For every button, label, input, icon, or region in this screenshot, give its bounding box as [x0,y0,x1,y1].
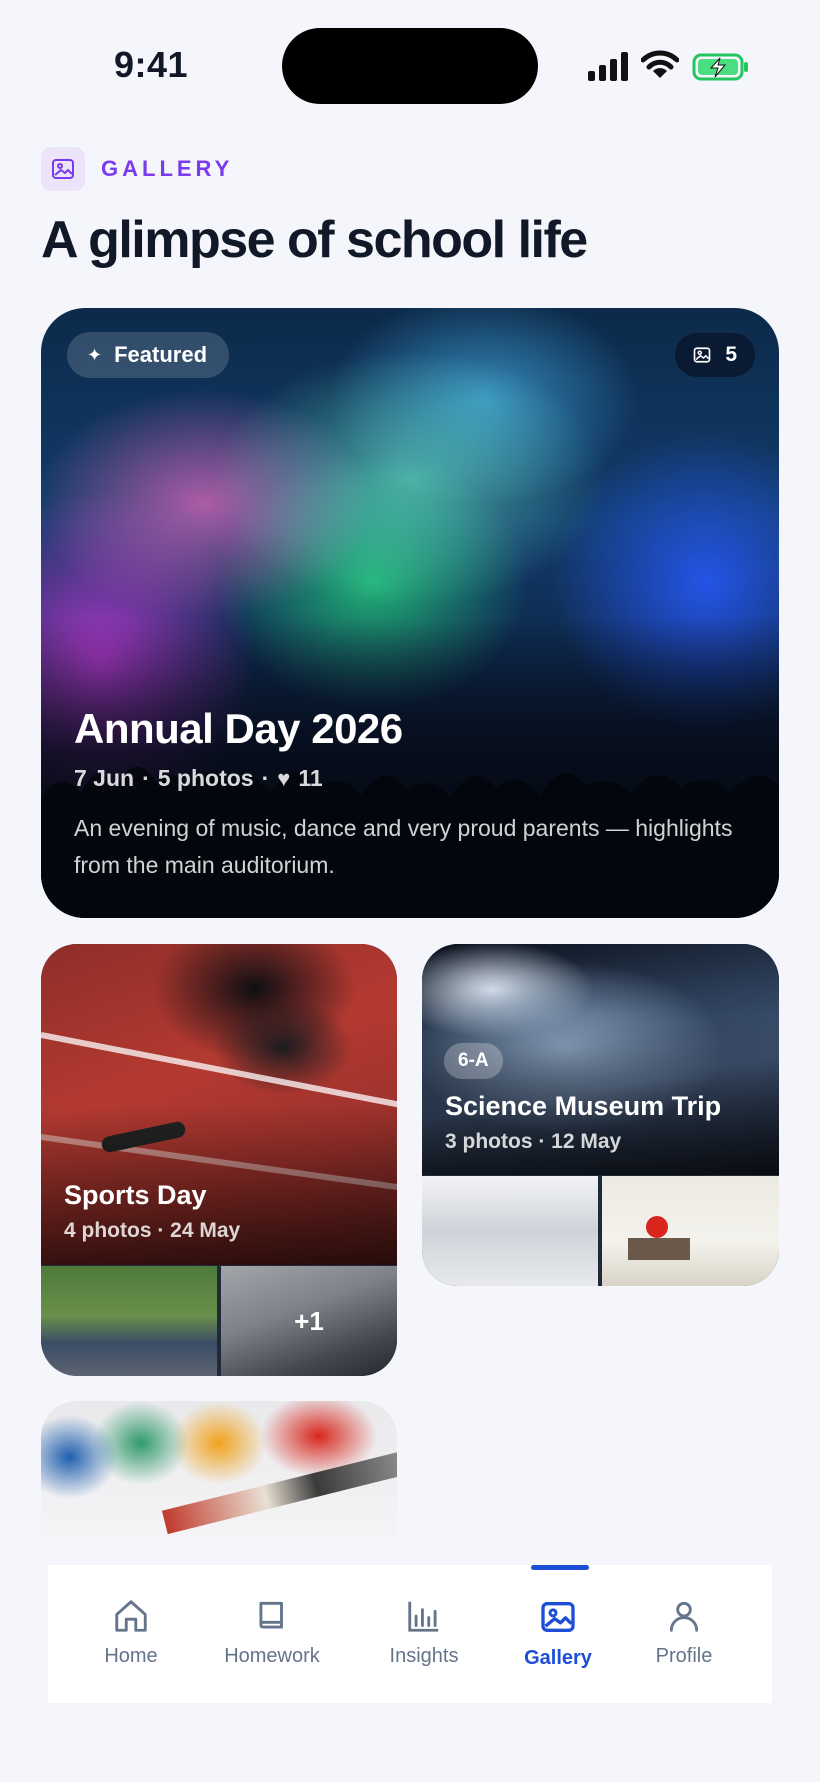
class-badge: 6-A [444,1043,503,1079]
album-caption: Science Museum Trip 3 photos · 12 May [445,1091,721,1154]
thumbnail-classroom[interactable]: +1 [221,1266,397,1376]
meta-separator: · [261,765,270,791]
bottom-tab-bar: Home Homework Insights Gallery Profile [48,1565,772,1703]
album-caption: Sports Day 4 photos · 24 May [64,1180,240,1243]
cellular-signal-icon [588,52,628,81]
featured-album-likes: 11 [298,765,323,791]
book-icon [259,1601,283,1629]
album-card-sports-day[interactable]: Sports Day 4 photos · 24 May +1 [41,944,397,1376]
featured-album-card[interactable]: ✦ Featured 5 Annual Day 2026 7 Jun · 5 p… [41,308,779,918]
tab-profile[interactable]: Profile [619,1597,749,1668]
photo-count-badge: 5 [675,333,755,377]
album-meta: 3 photos · 12 May [445,1130,622,1153]
relay-baton [100,1120,187,1154]
apple-illustration [646,1216,668,1238]
featured-album-title: Annual Day 2026 [74,705,403,752]
tab-label: Homework [224,1645,320,1667]
photo-count-icon [693,347,711,363]
album-meta: 4 photos · 24 May [64,1219,241,1242]
featured-badge-label: Featured [114,342,208,367]
page-title: A glimpse of school life [41,211,588,269]
album-card-science-museum-trip[interactable]: 6-A Science Museum Trip 3 photos · 12 Ma… [422,944,779,1286]
heart-icon: ♥ [277,765,291,791]
status-bar: 9:41 [0,0,820,130]
featured-album-details: Annual Day 2026 7 Jun · 5 photos · ♥ 11 … [74,705,746,884]
tab-homework[interactable]: Homework [207,1597,337,1668]
tab-label: Home [104,1645,158,1667]
tab-home[interactable]: Home [66,1597,196,1668]
books-illustration [628,1238,690,1260]
dynamic-island [282,28,538,104]
tab-insights[interactable]: Insights [359,1597,489,1668]
battery-charging-icon [692,53,748,81]
photo-count-value: 5 [725,343,737,366]
tab-label: Insights [389,1645,459,1667]
album-card-art[interactable] [41,1401,397,1541]
track-lane-line [41,1032,397,1111]
tab-label: Gallery [524,1647,592,1669]
status-time: 9:41 [114,44,189,85]
tab-label: Profile [655,1645,713,1667]
section-eyebrow: GALLERY [41,147,233,191]
more-photos-overlay: +1 [221,1266,397,1376]
album-thumbnails [422,1176,779,1286]
wifi-icon [641,50,679,78]
thumbnail-apple-books[interactable] [602,1176,779,1286]
gallery-image-icon [41,147,85,191]
album-title: Sports Day [64,1180,207,1210]
featured-album-photos: 5 photos [157,765,254,791]
home-icon [115,1600,147,1632]
tab-gallery[interactable]: Gallery [493,1597,623,1670]
thumbnail-lab-glassware[interactable] [422,1176,598,1286]
bar-chart-icon [408,1601,439,1632]
image-icon [541,1602,575,1632]
eyebrow-label: GALLERY [101,156,234,181]
album-thumbnails: +1 [41,1266,397,1376]
featured-album-date: 7 Jun [74,765,135,791]
meta-separator: · [142,765,150,791]
featured-badge: ✦ Featured [67,332,230,378]
album-title: Science Museum Trip [445,1091,722,1121]
user-icon [669,1601,699,1632]
featured-album-meta: 7 Jun · 5 photos · ♥ 11 [74,765,746,792]
active-tab-indicator [531,1565,589,1570]
paintbrush-illustration [161,1447,397,1535]
sparkle-icon: ✦ [87,344,103,365]
thumbnail-cyclists[interactable] [41,1266,217,1376]
featured-album-description: An evening of music, dance and very prou… [74,815,733,878]
